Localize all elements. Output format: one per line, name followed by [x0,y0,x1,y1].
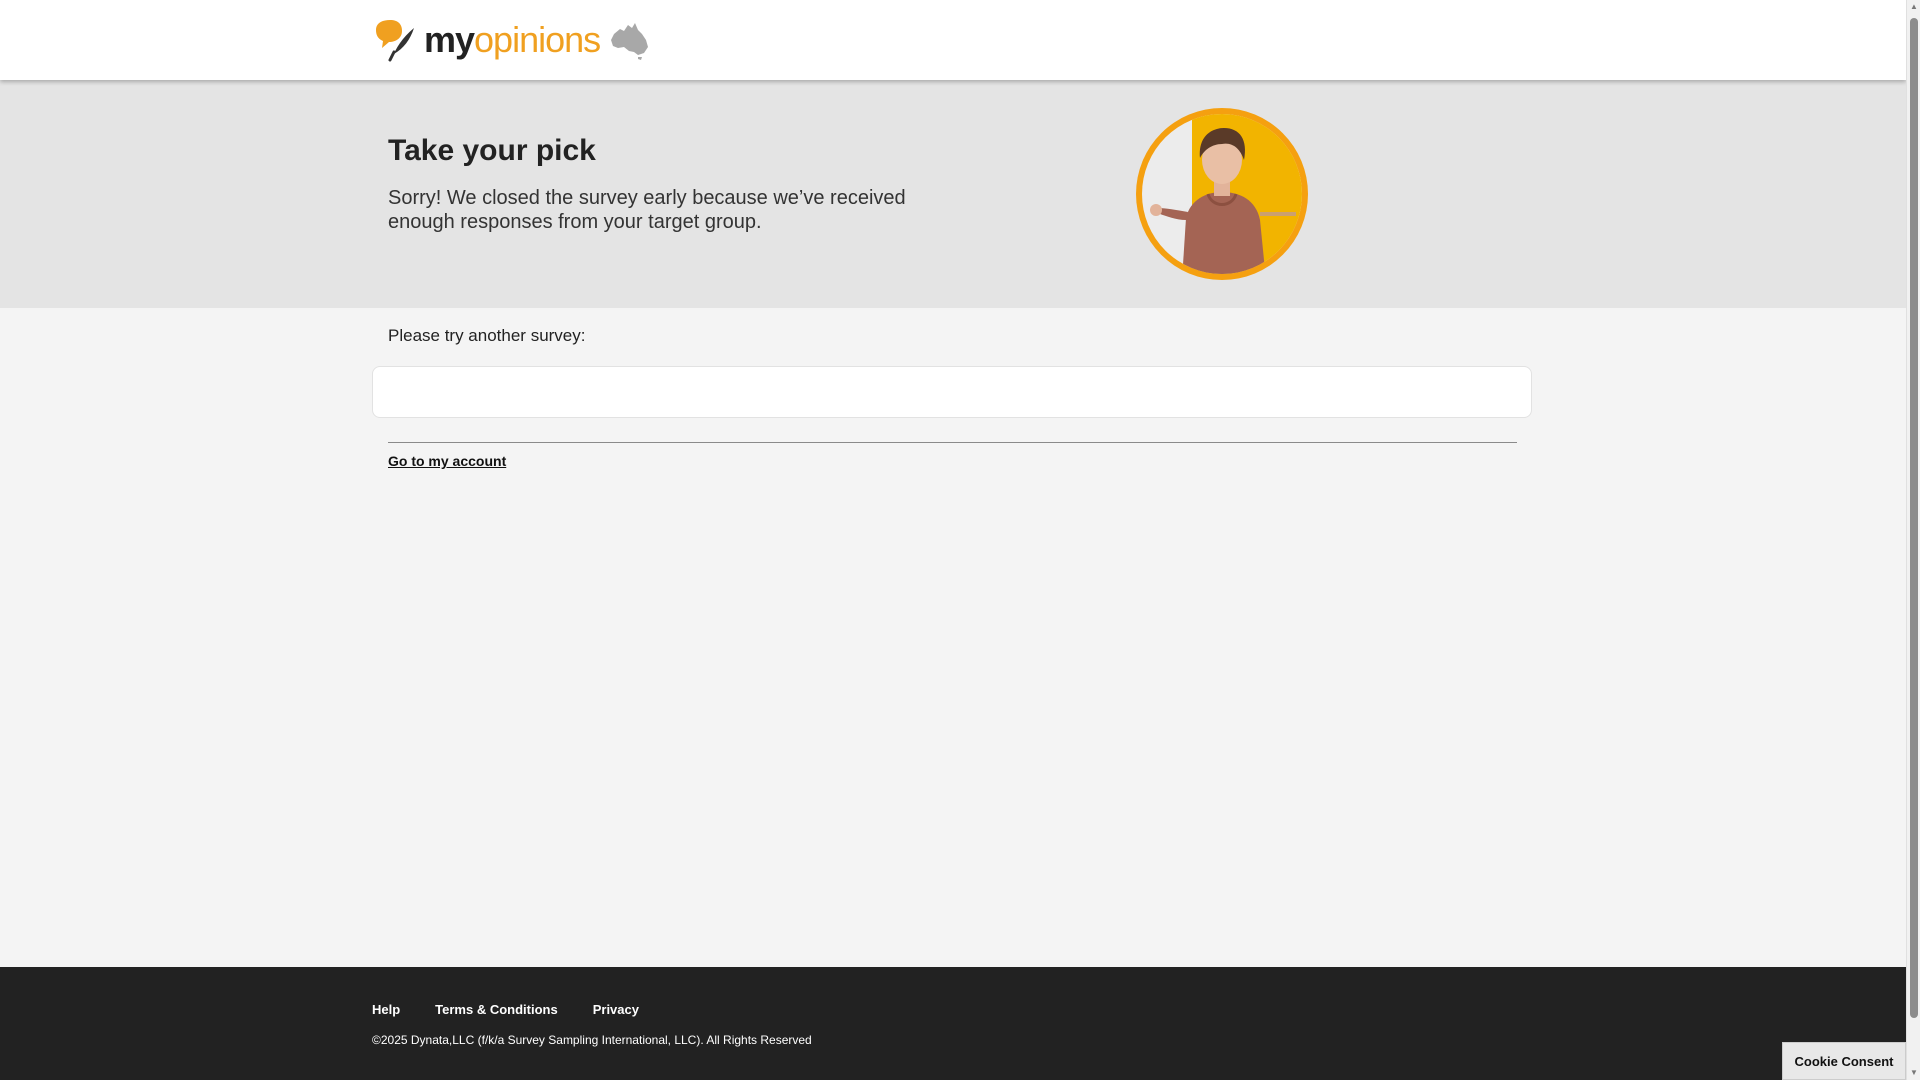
copyright-text: ©2025 Dynata,LLC (f/k/a Survey Sampling … [372,1033,812,1047]
footer-link-privacy[interactable]: Privacy [593,1002,639,1017]
logo-wordmark: myopinions [424,19,601,60]
footer-link-terms[interactable]: Terms & Conditions [435,1002,558,1017]
survey-list-panel [372,366,1532,418]
logo-mark-icon [376,20,414,62]
footer-nav: Help Terms & Conditions Privacy [372,1002,639,1017]
logo-opinions-text: opinions [474,19,601,60]
page-title: Take your pick [388,134,596,167]
scrollbar-thumb[interactable] [1910,18,1918,1018]
scroll-down-arrow-icon[interactable]: ▼ [1907,1066,1920,1080]
site-header: myopinions [0,0,1906,80]
logo-my-text: my [424,19,475,60]
vertical-scrollbar[interactable]: ▲ ▼ [1906,0,1920,1080]
australia-map-icon [611,23,649,60]
cookie-consent-button[interactable]: Cookie Consent [1782,1042,1906,1080]
survey-closed-message: Sorry! We closed the survey early becaus… [388,187,906,233]
go-to-account-link[interactable]: Go to my account [388,453,506,469]
divider [388,442,1517,443]
try-another-survey-prompt: Please try another survey: [388,326,586,345]
site-footer: Help Terms & Conditions Privacy ©2025 Dy… [0,967,1906,1080]
myopinions-logo[interactable]: myopinions [372,18,652,62]
scroll-up-arrow-icon[interactable]: ▲ [1907,0,1920,14]
footer-link-help[interactable]: Help [372,1002,400,1017]
hero-person-image [1136,108,1308,280]
page: myopinions Take your pick Sorry! We clos… [0,0,1920,1080]
hero-banner: Take your pick Sorry! We closed the surv… [0,80,1906,308]
